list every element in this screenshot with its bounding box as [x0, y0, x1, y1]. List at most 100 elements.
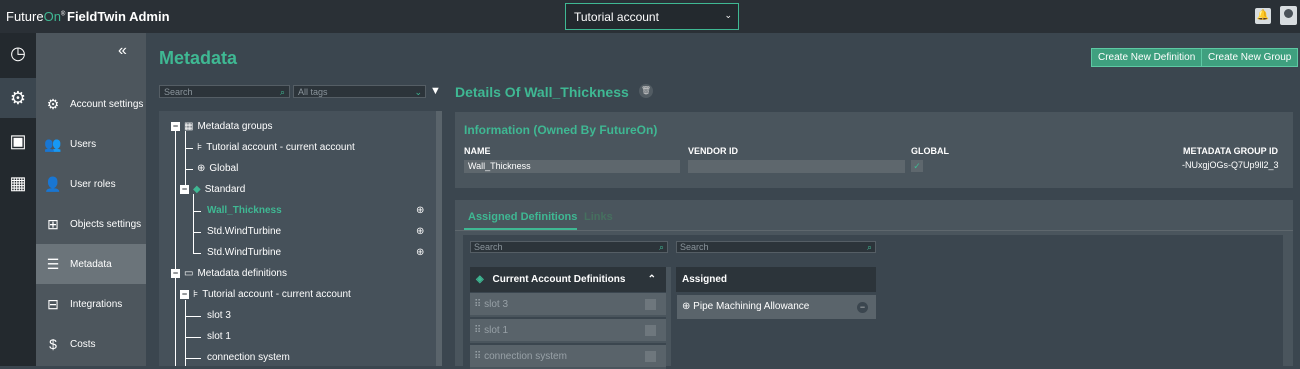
checkbox[interactable]	[645, 351, 656, 362]
tree-node-metadata-groups[interactable]: − ▦ Metadata groups	[171, 121, 273, 132]
bell-icon[interactable]: 🔔	[1255, 8, 1271, 24]
tree-node-slot-3[interactable]: slot 3	[207, 310, 231, 321]
globe-icon: ⊕	[197, 163, 206, 174]
column-divider	[666, 267, 671, 366]
tree-node-wind-turbine[interactable]: Std.WindTurbine	[207, 247, 281, 258]
vendor-id-field[interactable]	[688, 160, 905, 173]
search-icon: ⌕	[866, 242, 872, 252]
folder-icon: ▭	[184, 268, 194, 279]
search-placeholder: Search	[164, 87, 193, 97]
sidebar-item-account-settings[interactable]: ⚙ Account settings	[36, 84, 146, 124]
search-icon: ⌕	[279, 87, 285, 97]
chevron-down-icon: ⌄	[414, 87, 422, 97]
grid-icon: ▦	[184, 121, 194, 132]
image-icon[interactable]: ▣	[0, 121, 36, 161]
sidebar-item-label: User roles	[70, 178, 116, 190]
tab-assigned-definitions[interactable]: Assigned Definitions	[468, 211, 577, 223]
collapse-toggle-icon[interactable]: −	[171, 122, 180, 131]
tree-node-wind-turbine[interactable]: Std.WindTurbine	[207, 226, 281, 237]
tree-node-wall-thickness[interactable]: Wall_Thickness	[207, 205, 282, 216]
remove-icon[interactable]: −	[857, 302, 868, 313]
drag-handle-icon[interactable]: ⠿	[474, 299, 481, 310]
globe-icon: ⊕	[416, 247, 425, 258]
collapse-toggle-icon[interactable]: −	[171, 269, 180, 278]
name-field[interactable]: Wall_Thickness	[464, 160, 680, 173]
sidebar-item-user-roles[interactable]: 👤 User roles	[36, 164, 146, 204]
tree-node-label: Global	[209, 163, 239, 174]
hierarchy-icon: ⊧	[193, 289, 199, 300]
tab-links[interactable]: Links	[584, 211, 613, 223]
sidebar-item-objects-settings[interactable]: ⊞ Objects settings	[36, 204, 146, 244]
vendor-id-label: VENDOR ID	[688, 146, 739, 156]
trash-icon[interactable]: 🗑	[639, 84, 653, 98]
gear-icon: ⚙	[46, 96, 60, 112]
chevron-up-icon[interactable]: ⌃	[648, 267, 656, 292]
tab-divider	[455, 230, 1293, 231]
tree-node-global[interactable]: ⊕ Global	[197, 163, 238, 174]
sidebar-item-costs[interactable]: $ Costs	[36, 324, 146, 364]
tree-node-metadata-definitions[interactable]: − ▭ Metadata definitions	[171, 268, 287, 279]
tags-select[interactable]: All tags ⌄	[293, 85, 426, 98]
tree-node-label: Wall_Thickness	[207, 205, 282, 216]
globe-icon: ⊕	[416, 226, 425, 237]
list-item-label: slot 1	[484, 325, 509, 336]
dashboard-icon[interactable]: ◷	[0, 33, 36, 73]
assigned-item[interactable]: ⊕ Pipe Machining Allowance −	[677, 295, 876, 319]
tree-line	[185, 337, 201, 338]
sidebar-item-label: Integrations	[70, 298, 123, 310]
tree-node-label: Std.WindTurbine	[207, 226, 282, 237]
list-item[interactable]: ⠿ slot 3	[470, 293, 666, 317]
drag-handle-icon[interactable]: ⠿	[474, 351, 481, 362]
sidebar-item-metadata[interactable]: ☰ Metadata	[36, 244, 146, 284]
current-definitions-header[interactable]: ◈ Current Account Definitions ⌃	[470, 267, 666, 292]
search-placeholder: Search	[474, 242, 503, 252]
list-item[interactable]: ⠿ slot 1	[470, 319, 666, 343]
filter-icon[interactable]: ▼	[430, 85, 441, 97]
tree-node-slot-1[interactable]: slot 1	[207, 331, 231, 342]
account-select-value: Tutorial account	[574, 10, 659, 24]
sidebar-item-label: Costs	[70, 338, 96, 350]
futureon-logo[interactable]: FutureOn®	[6, 9, 65, 24]
tree-search-input[interactable]: Search ⌕	[159, 85, 290, 98]
account-select[interactable]: Tutorial account ⌄	[565, 3, 739, 30]
name-label: NAME	[464, 146, 491, 156]
collapse-icon[interactable]: «	[118, 42, 127, 60]
list-item-label: slot 3	[484, 299, 509, 310]
drag-handle-icon[interactable]: ⠿	[474, 325, 481, 336]
tree-node-connection-system[interactable]: connection system	[207, 352, 290, 363]
tree-node-label: slot 3	[207, 310, 231, 321]
tree-line	[193, 253, 201, 254]
checkbox[interactable]	[645, 325, 656, 336]
global-checkbox[interactable]: ✓	[911, 160, 923, 172]
tree-line	[185, 300, 186, 366]
avatar[interactable]	[1280, 6, 1297, 25]
sidebar-item-integrations[interactable]: ⊟ Integrations	[36, 284, 146, 324]
current-definitions-search-input[interactable]: Search ⌕	[470, 241, 668, 253]
create-group-button[interactable]: Create New Group	[1201, 48, 1299, 67]
collapse-toggle-icon[interactable]: −	[180, 290, 189, 299]
sidebar-item-users[interactable]: 👥 Users	[36, 124, 146, 164]
page-title: Metadata	[159, 48, 238, 68]
create-definition-button[interactable]: Create New Definition	[1091, 48, 1203, 67]
tree-scrollbar[interactable]	[436, 111, 442, 366]
tree-node-tutorial-account[interactable]: ⊧ Tutorial account - current account	[197, 142, 355, 153]
information-title: Information (Owned By FutureOn)	[464, 123, 658, 137]
tree-node-tutorial-account[interactable]: − ⊧ Tutorial account - current account	[180, 289, 351, 300]
list-item[interactable]: ⠿ connection system	[470, 345, 666, 369]
tree-line	[193, 232, 201, 233]
buildings-icon[interactable]: ▦	[0, 163, 36, 203]
sidebar-item-label: Account settings	[70, 98, 144, 110]
globe-icon: ⊕	[682, 301, 691, 312]
global-label: GLOBAL	[911, 146, 949, 156]
search-icon: ⌕	[658, 242, 664, 252]
users-icon: 👥	[44, 136, 62, 152]
checkbox[interactable]	[645, 299, 656, 310]
gear-icon[interactable]: ⚙	[0, 78, 36, 118]
metadata-group-id-label: METADATA GROUP ID	[1183, 146, 1278, 156]
collapse-toggle-icon[interactable]: −	[180, 185, 189, 194]
tree-line	[185, 316, 201, 317]
tree-line	[185, 358, 201, 359]
tree-node-standard[interactable]: − ◆ Standard	[180, 184, 245, 195]
top-bar: FutureOn® FieldTwin Admin Tutorial accou…	[0, 0, 1300, 33]
assigned-search-input[interactable]: Search ⌕	[676, 241, 876, 253]
